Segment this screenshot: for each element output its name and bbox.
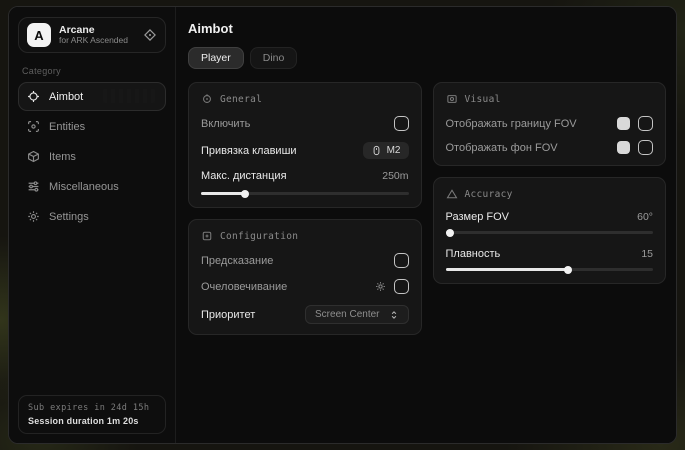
keybind-label: Привязка клавиши (201, 145, 297, 157)
max-distance-label: Макс. дистанция (201, 170, 287, 182)
sidebar-item-label: Items (49, 151, 76, 163)
fov-bg-label: Отображать фон FOV (446, 142, 558, 154)
category-label: Category (22, 66, 162, 76)
card-title: Visual (465, 94, 501, 105)
fov-bg-checkbox[interactable] (638, 140, 653, 155)
fov-border-color-swatch[interactable] (617, 117, 630, 130)
configuration-card: Configuration Предсказание Очеловечивани… (188, 219, 422, 335)
app-window: A Arcane for ARK Ascended Category Aimbo… (8, 6, 677, 444)
tab-bar: Player Dino (188, 47, 666, 69)
slider-thumb[interactable] (446, 229, 454, 237)
sidebar-item-miscellaneous[interactable]: Miscellaneous (18, 172, 166, 201)
session-duration-text: Session duration 1m 20s (28, 416, 156, 426)
eye-frame-icon (446, 93, 458, 105)
fov-size-slider[interactable] (446, 229, 654, 236)
watermark-decoration (103, 89, 155, 103)
sub-expiry-text: Sub expires in 24d 15h (28, 403, 156, 413)
card-title: General (220, 94, 262, 105)
priority-dropdown[interactable]: Screen Center (305, 305, 408, 324)
fov-size-label: Размер FOV (446, 211, 509, 223)
fov-bg-color-swatch[interactable] (617, 141, 630, 154)
gear-icon[interactable] (375, 281, 386, 292)
sidebar-item-label: Miscellaneous (49, 181, 119, 193)
humanize-label: Очеловечивание (201, 281, 287, 293)
humanize-checkbox[interactable] (394, 279, 409, 294)
gear-icon (27, 210, 40, 223)
keybind-value: M2 (387, 145, 401, 156)
sidebar-item-aimbot[interactable]: Aimbot (18, 82, 166, 111)
box-icon (27, 150, 40, 163)
page-title: Aimbot (188, 21, 666, 36)
mouse-icon (371, 145, 382, 156)
sidebar-item-settings[interactable]: Settings (18, 202, 166, 231)
max-distance-slider[interactable] (201, 190, 409, 197)
card-title: Accuracy (465, 189, 513, 200)
slider-thumb[interactable] (564, 266, 572, 274)
chevrons-updown-icon (389, 310, 399, 320)
target-icon (201, 93, 213, 105)
diamond-target-icon[interactable] (143, 28, 157, 42)
prediction-checkbox[interactable] (394, 253, 409, 268)
sidebar-item-label: Aimbot (49, 91, 83, 103)
keybind-button[interactable]: M2 (363, 142, 409, 159)
fov-size-value: 60° (637, 211, 653, 223)
sidebar: A Arcane for ARK Ascended Category Aimbo… (9, 7, 176, 443)
enable-label: Включить (201, 118, 250, 130)
visual-card: Visual Отображать границу FOV Отображать… (433, 82, 667, 166)
enable-checkbox[interactable] (394, 116, 409, 131)
tab-dino[interactable]: Dino (250, 47, 298, 69)
slider-thumb[interactable] (241, 190, 249, 198)
app-subtitle: for ARK Ascended (59, 36, 128, 46)
prediction-label: Предсказание (201, 255, 273, 267)
scan-icon (27, 120, 40, 133)
priority-label: Приоритет (201, 309, 255, 321)
brand-card: A Arcane for ARK Ascended (18, 17, 166, 53)
subscription-status: Sub expires in 24d 15h Session duration … (18, 395, 166, 434)
fov-border-checkbox[interactable] (638, 116, 653, 131)
main-content: Aimbot Player Dino General (176, 7, 676, 443)
smoothness-slider[interactable] (446, 266, 654, 273)
smoothness-label: Плавность (446, 248, 501, 260)
tab-player[interactable]: Player (188, 47, 244, 69)
fov-border-label: Отображать границу FOV (446, 118, 577, 130)
triangle-icon (446, 188, 458, 200)
general-card: General Включить Привязка клавиши (188, 82, 422, 208)
sidebar-item-entities[interactable]: Entities (18, 112, 166, 141)
max-distance-value: 250m (382, 170, 408, 182)
priority-value: Screen Center (315, 309, 379, 320)
sidebar-item-items[interactable]: Items (18, 142, 166, 171)
accuracy-card: Accuracy Размер FOV 60° П (433, 177, 667, 284)
sliders-icon (27, 180, 40, 193)
sidebar-item-label: Settings (49, 211, 89, 223)
module-icon (201, 230, 213, 242)
card-title: Configuration (220, 231, 298, 242)
sidebar-item-label: Entities (49, 121, 85, 133)
app-logo: A (27, 23, 51, 47)
crosshair-icon (27, 90, 40, 103)
smoothness-value: 15 (641, 248, 653, 260)
card-grid: General Включить Привязка клавиши (188, 82, 666, 335)
